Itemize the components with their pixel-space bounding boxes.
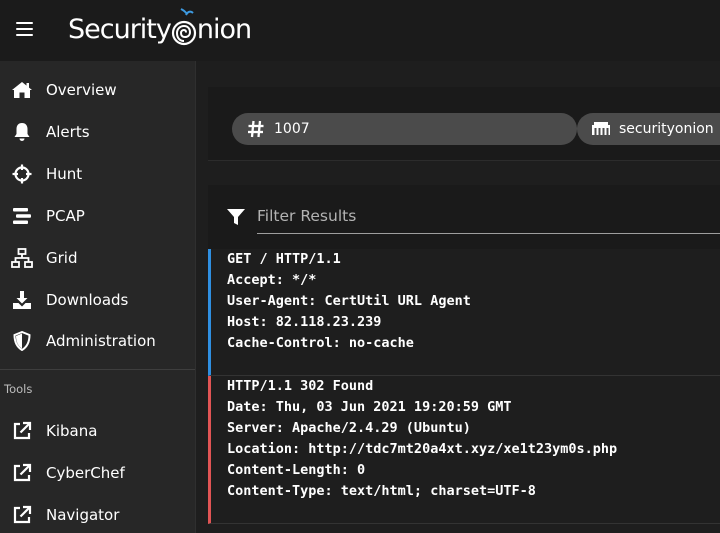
shield-icon	[11, 330, 33, 352]
request-line: Accept: */*	[227, 272, 317, 288]
bell-icon	[11, 121, 33, 143]
menu-icon[interactable]	[16, 22, 33, 36]
home-icon	[11, 79, 33, 101]
id-chip[interactable]: 1007	[232, 113, 577, 145]
stream-icon	[11, 205, 33, 227]
sidebar-item-label: Overview	[46, 81, 117, 99]
sidebar-item-kibana[interactable]: Kibana	[0, 410, 195, 452]
app-logo[interactable]: Security nion	[68, 8, 252, 50]
sidebar-item-cyberchef[interactable]: CyberChef	[0, 452, 195, 494]
results-card: Filter Results GET / HTTP/1.1 Accept: */…	[208, 185, 720, 533]
host-chip-text: securityonion	[619, 121, 714, 137]
external-link-icon	[11, 420, 33, 442]
filter-input[interactable]: Filter Results	[257, 201, 720, 234]
sidebar-item-label: CyberChef	[46, 464, 125, 482]
tools-section-label: Tools	[4, 382, 33, 396]
sidebar-item-label: Grid	[46, 249, 78, 267]
response-line: Date: Thu, 03 Jun 2021 19:20:59 GMT	[227, 399, 512, 415]
sidebar-item-navigator[interactable]: Navigator	[0, 494, 195, 533]
host-chip[interactable]: securityonion	[577, 113, 720, 145]
sidebar-item-overview[interactable]: Overview	[0, 69, 195, 111]
sidebar-item-hunt[interactable]: Hunt	[0, 153, 195, 195]
external-link-icon	[11, 462, 33, 484]
request-line: GET / HTTP/1.1	[227, 251, 341, 267]
sidebar-item-label: PCAP	[46, 207, 85, 225]
main-content: 1007 securityonion Filter Results GET / …	[196, 61, 720, 533]
filter-icon	[226, 207, 246, 227]
brand-prefix: Security	[68, 14, 172, 45]
sidebar-item-label: Navigator	[46, 506, 120, 524]
download-icon	[11, 289, 33, 311]
external-link-icon	[11, 504, 33, 526]
id-chip-text: 1007	[274, 121, 310, 137]
response-line: Location: http://tdc7mt20a4xt.xyz/xe1t23…	[227, 441, 618, 457]
crosshairs-icon	[11, 163, 33, 185]
sidebar-item-label: Kibana	[46, 422, 98, 440]
sidebar-item-pcap[interactable]: PCAP	[0, 195, 195, 237]
sidebar-item-label: Administration	[46, 332, 156, 350]
response-line: Content-Length: 0	[227, 462, 366, 478]
sitemap-icon	[11, 247, 33, 269]
response-stream: HTTP/1.1 302 Found Date: Thu, 03 Jun 202…	[208, 376, 720, 524]
request-line: User-Agent: CertUtil URL Agent	[227, 293, 471, 309]
sidebar: Overview Alerts Hunt PCAP Grid Downloads	[0, 61, 196, 533]
app-bar: Security nion	[0, 0, 720, 61]
request-line: Cache-Control: no-cache	[227, 335, 414, 351]
sidebar-item-grid[interactable]: Grid	[0, 237, 195, 279]
sidebar-item-label: Downloads	[46, 291, 129, 309]
sidebar-item-administration[interactable]: Administration	[0, 320, 195, 362]
response-line: HTTP/1.1 302 Found	[227, 378, 374, 394]
sidebar-item-downloads[interactable]: Downloads	[0, 279, 195, 321]
response-line: Content-Type: text/html; charset=UTF-8	[227, 483, 536, 499]
server-icon	[591, 119, 611, 139]
filter-bar: Filter Results	[208, 185, 720, 249]
onion-logo-icon	[171, 8, 197, 50]
response-line: Server: Apache/2.4.29 (Ubuntu)	[227, 420, 471, 436]
request-line: Host: 82.118.23.239	[227, 314, 382, 330]
request-stream: GET / HTTP/1.1 Accept: */* User-Agent: C…	[208, 249, 720, 376]
hashtag-icon	[246, 119, 266, 139]
sidebar-item-alerts[interactable]: Alerts	[0, 111, 195, 153]
sidebar-item-label: Alerts	[46, 123, 90, 141]
sidebar-divider	[0, 369, 195, 370]
brand-suffix: nion	[196, 14, 252, 45]
sidebar-item-label: Hunt	[46, 165, 83, 183]
